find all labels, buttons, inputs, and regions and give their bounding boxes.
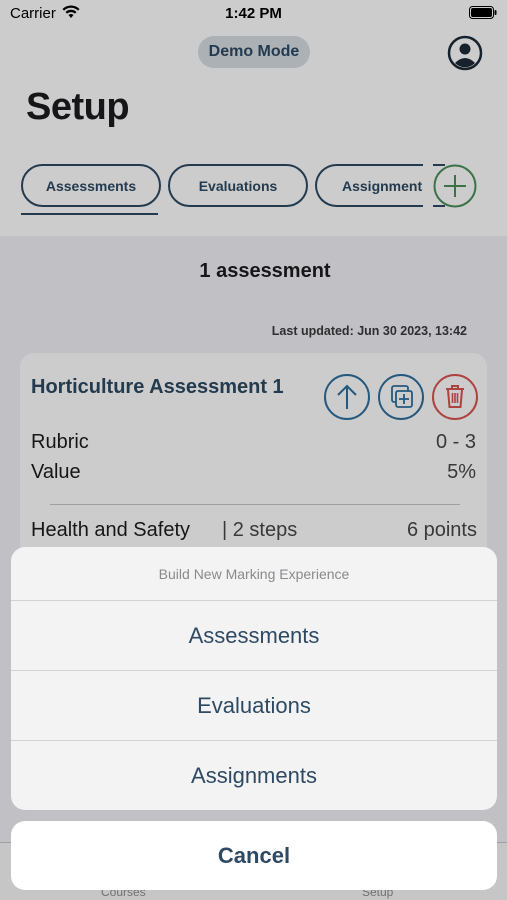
action-option-assignments[interactable]: Assignments xyxy=(11,741,497,810)
action-sheet: Build New Marking Experience Assessments… xyxy=(11,547,497,810)
action-sheet-title: Build New Marking Experience xyxy=(11,547,497,601)
screen: Carrier 1:42 PM Demo Mode Setup Assessme… xyxy=(0,0,507,900)
action-option-evaluations[interactable]: Evaluations xyxy=(11,671,497,741)
cancel-button[interactable]: Cancel xyxy=(11,821,497,890)
action-option-assessments[interactable]: Assessments xyxy=(11,601,497,671)
